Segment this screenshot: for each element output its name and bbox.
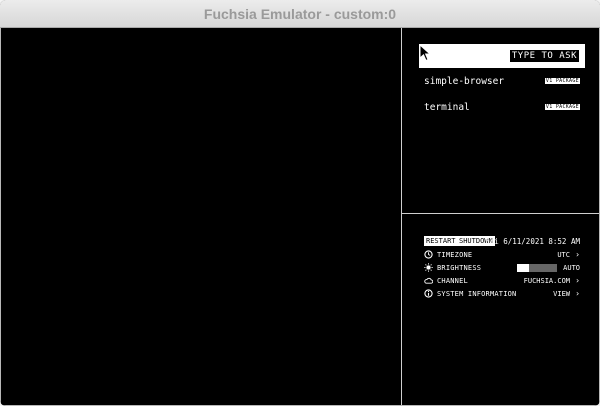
- cloud-icon: [424, 277, 433, 284]
- setting-channel[interactable]: CHANNEL FUCHSIA.COM ›: [424, 276, 580, 288]
- clock-icon: [424, 250, 433, 259]
- setting-timezone[interactable]: TIMEZONE UTC ›: [424, 250, 580, 262]
- setting-label: TIMEZONE: [437, 251, 473, 259]
- setting-label: BRIGHTNESS: [437, 264, 482, 272]
- setting-brightness: BRIGHTNESS AUTO: [424, 263, 580, 275]
- suggestion-tag: V1 PACKAGE: [544, 78, 580, 84]
- quick-settings-header: RESTART SHUTDOWN Fri 6/11/2021 8:52 AM: [424, 236, 580, 248]
- setting-value: VIEW: [553, 290, 570, 298]
- brightness-auto-toggle[interactable]: AUTO: [563, 264, 580, 272]
- setting-value: UTC: [557, 251, 570, 259]
- brightness-icon: [424, 263, 433, 272]
- ask-placeholder: TYPE TO ASK: [509, 50, 579, 62]
- brightness-slider[interactable]: [517, 264, 557, 272]
- mouse-cursor-icon: [419, 44, 432, 62]
- setting-label: CHANNEL: [437, 277, 468, 285]
- suggestion-tag: V1 PACKAGE: [544, 104, 580, 110]
- setting-value: FUCHSIA.COM: [523, 277, 570, 285]
- suggestion-name: simple-browser: [424, 76, 505, 87]
- restart-button[interactable]: RESTART: [424, 236, 458, 246]
- vertical-divider: [401, 28, 402, 405]
- emulator-window: Fuchsia Emulator - custom:0 TYPE TO ASK …: [0, 0, 600, 406]
- chevron-right-icon: ›: [575, 250, 580, 259]
- brightness-slider-fill: [517, 264, 529, 272]
- suggestion-terminal[interactable]: terminal V1 PACKAGE: [424, 102, 580, 114]
- ask-input[interactable]: TYPE TO ASK: [419, 44, 585, 68]
- date-time: Fri 6/11/2021 8:52 AM: [485, 237, 580, 246]
- horizontal-divider: [402, 213, 599, 214]
- chevron-right-icon: ›: [575, 289, 580, 298]
- chevron-right-icon: ›: [575, 276, 580, 285]
- info-icon: [424, 289, 433, 298]
- setting-system-information[interactable]: SYSTEM INFORMATION VIEW ›: [424, 289, 580, 301]
- emulator-screen[interactable]: TYPE TO ASK simple-browser V1 PACKAGE te…: [1, 28, 599, 405]
- window-title: Fuchsia Emulator - custom:0: [203, 5, 397, 22]
- setting-label: SYSTEM INFORMATION: [437, 290, 517, 298]
- suggestion-name: terminal: [424, 102, 470, 113]
- title-bar[interactable]: Fuchsia Emulator - custom:0: [0, 0, 600, 28]
- suggestion-simple-browser[interactable]: simple-browser V1 PACKAGE: [424, 76, 580, 88]
